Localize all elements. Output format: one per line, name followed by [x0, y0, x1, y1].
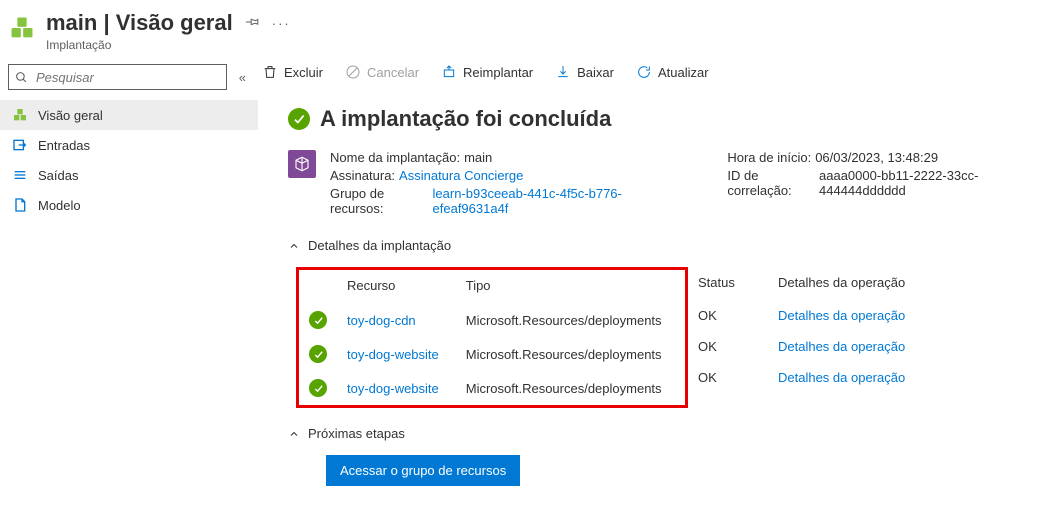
status-title: A implantação foi concluída [320, 106, 611, 132]
page-title: main | Visão geral [46, 10, 233, 36]
command-bar: Excluir Cancelar Reimplantar Baixar Atua… [258, 60, 1037, 94]
inputs-icon [12, 137, 28, 153]
page-subtitle: Implantação [46, 38, 291, 52]
page-header: main | Visão geral ··· Implantação [0, 0, 1057, 52]
more-icon[interactable]: ··· [272, 16, 291, 31]
table-row: toy-dog-website Microsoft.Resources/depl… [299, 371, 685, 405]
table-row: OK Detalhes da operação [688, 362, 1037, 393]
highlighted-region: Recurso Tipo toy-dog-cdn Microsoft.Resou… [296, 267, 688, 408]
deployment-details-section: Detalhes da implantação Recurso Tipo [288, 238, 1037, 408]
table-row: toy-dog-cdn Microsoft.Resources/deployme… [299, 303, 685, 337]
success-icon [309, 311, 327, 329]
main-content: Excluir Cancelar Reimplantar Baixar Atua… [258, 52, 1057, 524]
deployment-details-table: Recurso Tipo toy-dog-cdn Microsoft.Resou… [288, 267, 1037, 408]
table-row: OK Detalhes da operação [688, 300, 1037, 331]
download-icon [555, 64, 571, 80]
delete-button[interactable]: Excluir [262, 64, 323, 80]
details-toggle[interactable]: Detalhes da implantação [288, 238, 1037, 253]
next-steps-toggle[interactable]: Próximas etapas [288, 426, 1037, 441]
operation-details-link[interactable]: Detalhes da operação [778, 370, 905, 385]
redeploy-icon [441, 64, 457, 80]
resource-link[interactable]: toy-dog-website [347, 381, 439, 396]
resource-group-link[interactable]: learn-b93ceeab-441c-4f5c-b776-efeaf9631a… [433, 186, 668, 216]
deployment-meta: Nome da implantação: main Assinatura: As… [288, 150, 1037, 216]
sidebar-item-label: Visão geral [38, 108, 103, 123]
table-row: OK Detalhes da operação [688, 331, 1037, 362]
operation-details-link[interactable]: Detalhes da operação [778, 308, 905, 323]
success-icon [288, 108, 310, 130]
resource-link[interactable]: toy-dog-website [347, 347, 439, 362]
collapse-sidebar-icon[interactable]: « [235, 70, 250, 85]
success-icon [309, 379, 327, 397]
sidebar-item-label: Saídas [38, 168, 78, 183]
cube-icon [288, 150, 316, 178]
deployment-small-icon [12, 107, 28, 123]
sidebar-item-inputs[interactable]: Entradas [0, 130, 258, 160]
go-to-resource-group-button[interactable]: Acessar o grupo de recursos [326, 455, 520, 486]
subscription-link[interactable]: Assinatura Concierge [399, 168, 523, 183]
chevron-up-icon [288, 240, 300, 252]
next-steps-section: Próximas etapas Acessar o grupo de recur… [288, 426, 1037, 486]
search-input[interactable] [34, 69, 220, 86]
operation-details-link[interactable]: Detalhes da operação [778, 339, 905, 354]
status-banner: A implantação foi concluída [288, 106, 1037, 132]
search-icon [15, 71, 28, 84]
correlation-id: aaaa0000-bb11-2222-33cc-444444dddddd [819, 168, 1037, 198]
cancel-button: Cancelar [345, 64, 419, 80]
refresh-button[interactable]: Atualizar [636, 64, 709, 80]
resource-link[interactable]: toy-dog-cdn [347, 313, 416, 328]
template-icon [12, 197, 28, 213]
table-header-row: Recurso Tipo [299, 270, 685, 303]
pin-icon[interactable] [245, 14, 260, 32]
start-time: 06/03/2023, 13:48:29 [815, 150, 938, 165]
redeploy-button[interactable]: Reimplantar [441, 64, 533, 80]
success-icon [309, 345, 327, 363]
sidebar-item-overview[interactable]: Visão geral [0, 100, 258, 130]
outputs-icon [12, 167, 28, 183]
deployment-name: main [464, 150, 492, 165]
deployment-icon [8, 14, 36, 42]
refresh-icon [636, 64, 652, 80]
sidebar-item-label: Entradas [38, 138, 90, 153]
sidebar: « Visão geral Entradas Saídas Modelo [0, 52, 258, 524]
sidebar-item-outputs[interactable]: Saídas [0, 160, 258, 190]
cancel-icon [345, 64, 361, 80]
table-row: toy-dog-website Microsoft.Resources/depl… [299, 337, 685, 371]
sidebar-item-label: Modelo [38, 198, 81, 213]
chevron-up-icon [288, 428, 300, 440]
download-button[interactable]: Baixar [555, 64, 614, 80]
search-box[interactable] [8, 64, 227, 90]
trash-icon [262, 64, 278, 80]
sidebar-item-template[interactable]: Modelo [0, 190, 258, 220]
table-header-row: Status Detalhes da operação [688, 267, 1037, 300]
